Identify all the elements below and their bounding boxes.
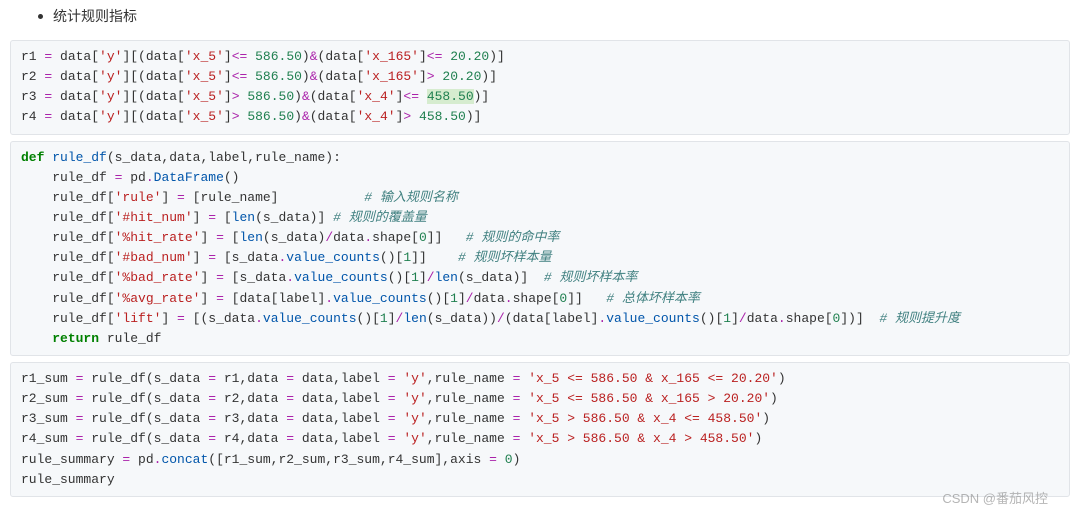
code-block-rule-df-function: def rule_df(s_data,data,label,rule_name)… xyxy=(10,141,1070,356)
bullet-item: 统计规则指标 xyxy=(10,6,1070,34)
bullet-text: 统计规则指标 xyxy=(53,6,137,26)
code-block-rule-summary: r1_sum = rule_df(s_data = r1,data = data… xyxy=(10,362,1070,497)
bullet-dot-icon xyxy=(38,14,43,19)
code-block-rule-filters: r1 = data['y'][(data['x_5']<= 586.50)&(d… xyxy=(10,40,1070,135)
